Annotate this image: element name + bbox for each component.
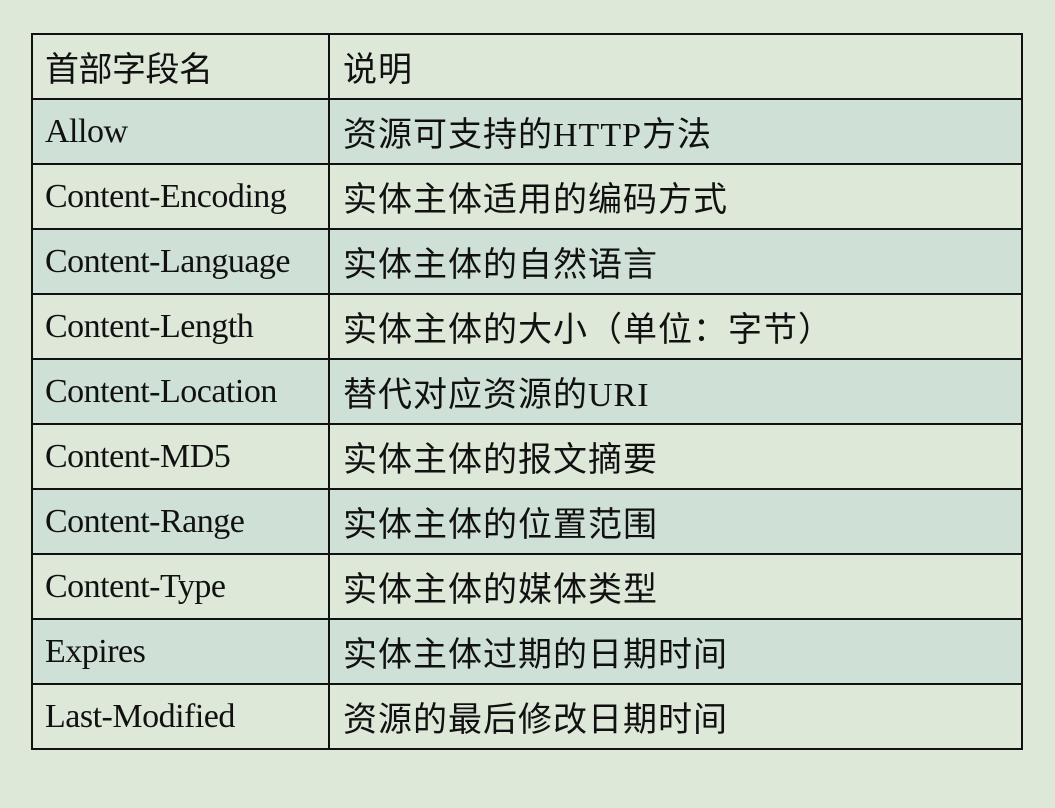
table-header-row: 首部字段名 说明: [31, 33, 1023, 100]
field-name-cell: Content-Type: [31, 553, 330, 620]
field-name-cell: Content-Range: [31, 488, 330, 555]
entity-header-fields-table: 首部字段名 说明 Allow 资源可支持的HTTP方法 Content-Enco…: [31, 33, 1023, 750]
table-row: Last-Modified 资源的最后修改日期时间: [31, 683, 1023, 750]
field-name-cell: Content-Encoding: [31, 163, 330, 230]
description-cell: 实体主体适用的编码方式: [328, 163, 1023, 230]
table-row: Content-Length 实体主体的大小（单位：字节）: [31, 293, 1023, 360]
description-cell: 资源可支持的HTTP方法: [328, 98, 1023, 165]
description-cell: 资源的最后修改日期时间: [328, 683, 1023, 750]
table-row: Content-MD5 实体主体的报文摘要: [31, 423, 1023, 490]
description-cell: 实体主体的大小（单位：字节）: [328, 293, 1023, 360]
header-field-name: 首部字段名: [31, 33, 330, 100]
table-row: Content-Type 实体主体的媒体类型: [31, 553, 1023, 620]
description-cell: 替代对应资源的URI: [328, 358, 1023, 425]
table-row: Expires 实体主体过期的日期时间: [31, 618, 1023, 685]
field-name-cell: Last-Modified: [31, 683, 330, 750]
table-row: Allow 资源可支持的HTTP方法: [31, 98, 1023, 165]
field-name-cell: Allow: [31, 98, 330, 165]
table-row: Content-Language 实体主体的自然语言: [31, 228, 1023, 295]
description-cell: 实体主体的媒体类型: [328, 553, 1023, 620]
table-row: Content-Location 替代对应资源的URI: [31, 358, 1023, 425]
field-name-cell: Content-Language: [31, 228, 330, 295]
description-cell: 实体主体过期的日期时间: [328, 618, 1023, 685]
table-row: Content-Encoding 实体主体适用的编码方式: [31, 163, 1023, 230]
field-name-cell: Content-MD5: [31, 423, 330, 490]
header-description: 说明: [328, 33, 1023, 100]
field-name-cell: Content-Length: [31, 293, 330, 360]
description-cell: 实体主体的自然语言: [328, 228, 1023, 295]
field-name-cell: Expires: [31, 618, 330, 685]
field-name-cell: Content-Location: [31, 358, 330, 425]
entity-header-fields-table-container: 首部字段名 说明 Allow 资源可支持的HTTP方法 Content-Enco…: [31, 33, 1023, 750]
description-cell: 实体主体的报文摘要: [328, 423, 1023, 490]
table-row: Content-Range 实体主体的位置范围: [31, 488, 1023, 555]
description-cell: 实体主体的位置范围: [328, 488, 1023, 555]
